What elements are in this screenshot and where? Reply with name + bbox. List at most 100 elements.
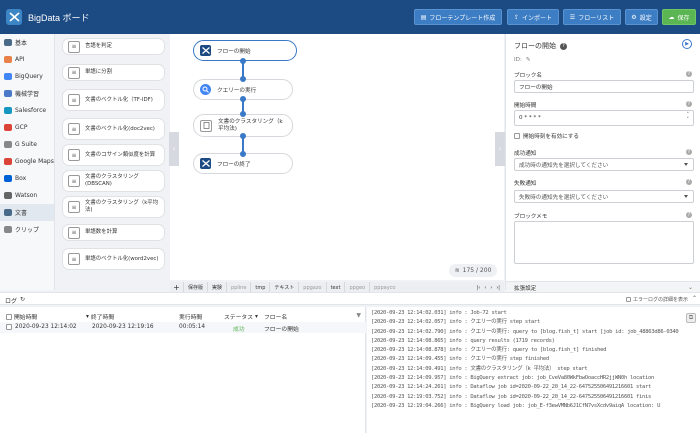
- status-badge: 成功: [233, 327, 245, 333]
- palette-block-label: 文書のベクトル化（TF-IDF): [85, 96, 153, 103]
- stepper-icon[interactable]: ˄ ˅: [687, 113, 690, 123]
- memo-textarea[interactable]: [514, 221, 694, 264]
- sidebar-item[interactable]: クリップ: [0, 221, 54, 238]
- run-icon[interactable]: ▶: [682, 39, 692, 49]
- help-icon[interactable]: ?: [560, 42, 567, 50]
- document-icon: ≡: [68, 94, 80, 106]
- flow-start-icon: [200, 45, 211, 56]
- log-header: ログ ↻ エラーログの詳細を表示 ⌃: [0, 292, 700, 305]
- log-line: [2020-09-23 12:14:09.491] info : 文書のクラスタ…: [371, 365, 588, 372]
- palette-block-label: 文書のクラスタリング（k平均法): [85, 200, 159, 213]
- block-id: ID: ✎: [514, 57, 531, 63]
- refresh-icon[interactable]: ↻: [20, 296, 25, 305]
- document-icon: ≡: [68, 253, 80, 265]
- log-line: [2020-09-23 12:19:04.266] info : BigQuer…: [371, 402, 661, 409]
- sidebar-item[interactable]: Google Maps: [0, 153, 54, 170]
- filter-icon[interactable]: ▼: [356, 312, 361, 319]
- col-start[interactable]: 開始時間: [6, 312, 37, 321]
- palette-block[interactable]: ≡ 文書のクラスタリング（k平均法): [62, 196, 165, 218]
- sidebar-item-label: Google Maps: [15, 158, 54, 165]
- sidebar-item[interactable]: Watson: [0, 187, 54, 204]
- log-line: [2020-09-23 12:14:02.790] info : クエリーの実行…: [371, 328, 679, 335]
- pencil-icon[interactable]: ✎: [526, 57, 531, 63]
- enable-start-checkbox[interactable]: 開始時刻を有効にする: [514, 132, 579, 140]
- row-start: 2020-09-23 12:14:02: [6, 324, 77, 330]
- col-exec[interactable]: 実行時間: [179, 312, 202, 321]
- collapse-palette-button[interactable]: ‹: [169, 132, 179, 166]
- block-counter: ≋ 175 / 200: [449, 264, 497, 277]
- palette-block[interactable]: ≡ 単語のベクトル化(word2vec): [62, 248, 165, 270]
- copy-icon[interactable]: ⧉: [686, 313, 696, 323]
- sidebar-item[interactable]: GCP: [0, 119, 54, 136]
- sidebar-item-label: Box: [15, 175, 27, 182]
- property-panel: フローの開始 ? ▶ ID: ✎ ブロック名 ? フローの開始 開始時間 ? 0 …: [505, 34, 700, 293]
- api-icon: [4, 56, 12, 63]
- error-detail-toggle[interactable]: エラーログの詳細を表示: [625, 296, 688, 303]
- checkbox-icon[interactable]: [625, 297, 631, 302]
- create-template-button[interactable]: ▤ フローテンプレート作成: [414, 9, 502, 25]
- document-icon: ≡: [68, 149, 80, 161]
- expand-icon[interactable]: ⌃: [692, 295, 697, 302]
- success-select[interactable]: 成功時の通知先を選択してください: [514, 158, 694, 171]
- next-icon[interactable]: ›: [490, 285, 492, 291]
- checkbox-icon[interactable]: [514, 133, 520, 139]
- sidebar-item[interactable]: BigQuery: [0, 68, 54, 85]
- help-icon[interactable]: ?: [686, 179, 692, 185]
- palette-block[interactable]: ≡ 言語を判定: [62, 38, 165, 55]
- sidebar-item-label: Salesforce: [15, 107, 47, 114]
- app-title: BigData ボード: [28, 12, 90, 23]
- col-status[interactable]: ステータス ▾: [224, 312, 258, 322]
- help-icon[interactable]: ?: [686, 149, 692, 155]
- block-name-input[interactable]: フローの開始: [514, 80, 694, 93]
- palette-block[interactable]: ≡ 単語数を計算: [62, 224, 165, 241]
- start-time-input[interactable]: 0 * * * * ˄ ˅: [514, 110, 694, 126]
- sidebar-item[interactable]: API: [0, 51, 54, 68]
- palette-block[interactable]: ≡ 単語に分割: [62, 64, 165, 81]
- sidebar-item-label: 機械学習: [15, 91, 40, 98]
- checkbox-icon[interactable]: [6, 313, 12, 320]
- col-end[interactable]: ▾ 終了時間: [86, 312, 114, 322]
- sidebar-item[interactable]: G Suite: [0, 136, 54, 153]
- sidebar-item[interactable]: 基本: [0, 34, 54, 51]
- settings-button[interactable]: ⚙ 設定: [625, 9, 658, 25]
- palette-block-label: 文書のベクトル化(doc2vec): [85, 125, 155, 132]
- sort-icon: ▾: [255, 313, 258, 320]
- sidebar-item[interactable]: Box: [0, 170, 54, 187]
- log-line: [2020-09-23 12:14:09.957] info : BigQuer…: [371, 375, 655, 382]
- row-end: 2020-09-23 12:19:16: [92, 324, 154, 330]
- log-line: [2020-09-23 12:14:02.031] info : Job-72 …: [371, 310, 507, 316]
- palette-block[interactable]: ≡ 文書のコサイン類似度を計算: [62, 144, 165, 166]
- last-icon[interactable]: ›|: [496, 285, 500, 291]
- panel-header: フローの開始 ?: [514, 41, 567, 51]
- flow-canvas[interactable]: フローの開始 クエリーの実行 文書のクラスタリング（k平均法) フローの終了: [170, 34, 504, 280]
- collapse-panel-button[interactable]: ›: [495, 132, 505, 166]
- prev-icon[interactable]: ‹: [484, 285, 486, 291]
- import-button[interactable]: ⇪ インポート: [507, 9, 559, 25]
- checkbox-icon[interactable]: [6, 324, 12, 330]
- flowlist-button[interactable]: ☰ フローリスト: [563, 9, 621, 25]
- template-icon: ▤: [420, 13, 427, 21]
- col-flow[interactable]: フロー名: [264, 312, 287, 321]
- palette-block[interactable]: ≡ 文書のベクトル化（TF-IDF): [62, 89, 165, 111]
- sidebar-item[interactable]: 機械学習: [0, 85, 54, 102]
- palette-block-label: 言語を判定: [85, 43, 112, 49]
- gear-icon: ⚙: [631, 13, 637, 21]
- failure-select[interactable]: 失敗時の通知先を選択してください: [514, 190, 694, 203]
- caret-down-icon: [684, 195, 688, 198]
- save-button[interactable]: ☁ 保存: [662, 9, 696, 25]
- row-flow: フローの開始: [264, 327, 299, 333]
- caret-down-icon: [684, 163, 688, 166]
- first-icon[interactable]: |‹: [477, 285, 481, 291]
- sidebar-item-label: BigQuery: [15, 73, 43, 80]
- connector-dot: [240, 151, 246, 157]
- help-icon[interactable]: ?: [686, 212, 692, 218]
- sidebar-item[interactable]: Salesforce: [0, 102, 54, 119]
- sidebar-item[interactable]: 文書: [0, 204, 54, 221]
- start-time-label: 開始時間: [514, 103, 537, 109]
- bigquery-icon: [4, 73, 12, 80]
- help-icon[interactable]: ?: [686, 71, 692, 77]
- palette-block[interactable]: ≡ 文書のベクトル化(doc2vec): [62, 118, 165, 140]
- palette-block[interactable]: ≡ 文書のクラスタリング(DBSCAN): [62, 170, 165, 192]
- sidebar-item-label: API: [15, 56, 25, 63]
- help-icon[interactable]: ?: [686, 101, 692, 107]
